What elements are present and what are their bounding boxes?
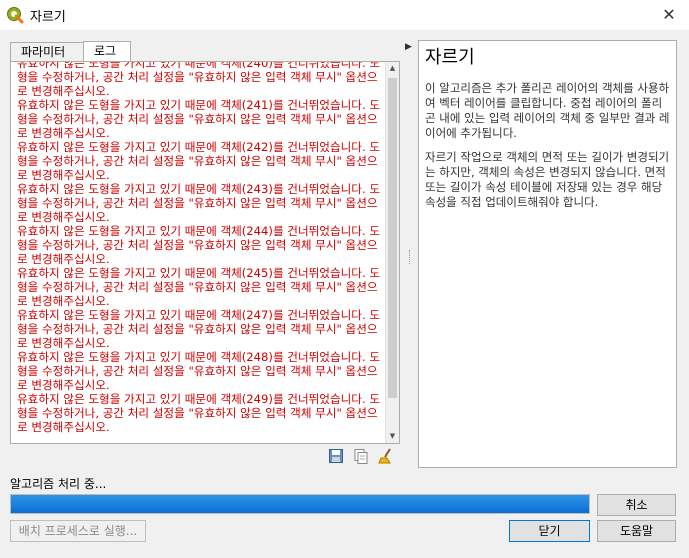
help-panel: 자르기 이 알고리즘은 추가 폴리곤 레이어의 객체를 사용하여 벡터 레이어를…: [418, 40, 677, 468]
progress-bar: [10, 494, 590, 514]
scroll-thumb[interactable]: [388, 78, 397, 398]
scroll-down-icon[interactable]: ▼: [386, 430, 399, 443]
scroll-up-icon[interactable]: ▲: [386, 62, 399, 75]
log-entry: 유효하지 않은 도형을 가지고 있기 때문에 객체(247)를 건너뛰었습니다.…: [17, 308, 381, 350]
close-button[interactable]: 닫기: [509, 520, 590, 542]
help-title: 자르기: [425, 47, 475, 68]
log-scrollbar[interactable]: ▲ ▼: [385, 62, 399, 443]
title-bar: 자르기 ✕: [0, 0, 689, 30]
log-entry: 유효하지 않은 도형을 가지고 있기 때문에 객체(244)를 건너뛰었습니다.…: [17, 224, 381, 266]
help-paragraph: 이 알고리즘은 추가 폴리곤 레이어의 객체를 사용하여 벡터 레이어를 클립합…: [425, 81, 670, 140]
status-text: 알고리즘 처리 중...: [10, 477, 107, 491]
log-entry: 유효하지 않은 도형을 가지고 있기 때문에 객체(241)를 건너뛰었습니다.…: [17, 98, 381, 140]
clear-log-icon[interactable]: [378, 448, 394, 464]
log-entry: 유효하지 않은 도형을 가지고 있기 때문에 객체(243)를 건너뛰었습니다.…: [17, 182, 381, 224]
panel-splitter[interactable]: [409, 250, 412, 264]
log-entry: 유효하지 않은 도형을 가지고 있기 때문에 객체(245)를 건너뛰었습니다.…: [17, 266, 381, 308]
help-paragraph: 자르기 작업으로 객체의 면적 또는 길이가 변경되기는 하지만, 객체의 속성…: [425, 150, 670, 209]
log-entry: 유효하지 않은 도형을 가지고 있기 때문에 객체(249)를 건너뛰었습니다.…: [17, 392, 381, 434]
log-text: 유효하지 않은 도형을 가지고 있기 때문에 객체(240)를 건너뛰었습니다.…: [17, 61, 385, 434]
close-icon[interactable]: ✕: [657, 4, 681, 26]
log-panel[interactable]: 유효하지 않은 도형을 가지고 있기 때문에 객체(240)를 건너뛰었습니다.…: [10, 61, 400, 444]
tab-log[interactable]: 로그: [83, 41, 131, 62]
log-entry: 유효하지 않은 도형을 가지고 있기 때문에 객체(242)를 건너뛰었습니다.…: [17, 140, 381, 182]
log-entry: 유효하지 않은 도형을 가지고 있기 때문에 객체(248)를 건너뛰었습니다.…: [17, 350, 381, 392]
batch-process-button[interactable]: 배치 프로세스로 실행...: [10, 520, 146, 542]
window-title: 자르기: [30, 10, 66, 25]
tab-parameters[interactable]: 파라미터: [10, 42, 84, 62]
collapse-help-icon[interactable]: ▶: [405, 42, 412, 52]
log-entry: 유효하지 않은 도형을 가지고 있기 때문에 객체(240)를 건너뛰었습니다.…: [17, 61, 381, 98]
cancel-button[interactable]: 취소: [597, 494, 676, 516]
help-button[interactable]: 도움말: [597, 520, 676, 542]
progress-fill: [11, 495, 589, 513]
copy-log-icon[interactable]: [353, 448, 369, 464]
save-log-icon[interactable]: [328, 448, 344, 464]
qgis-logo-icon: [7, 7, 24, 24]
